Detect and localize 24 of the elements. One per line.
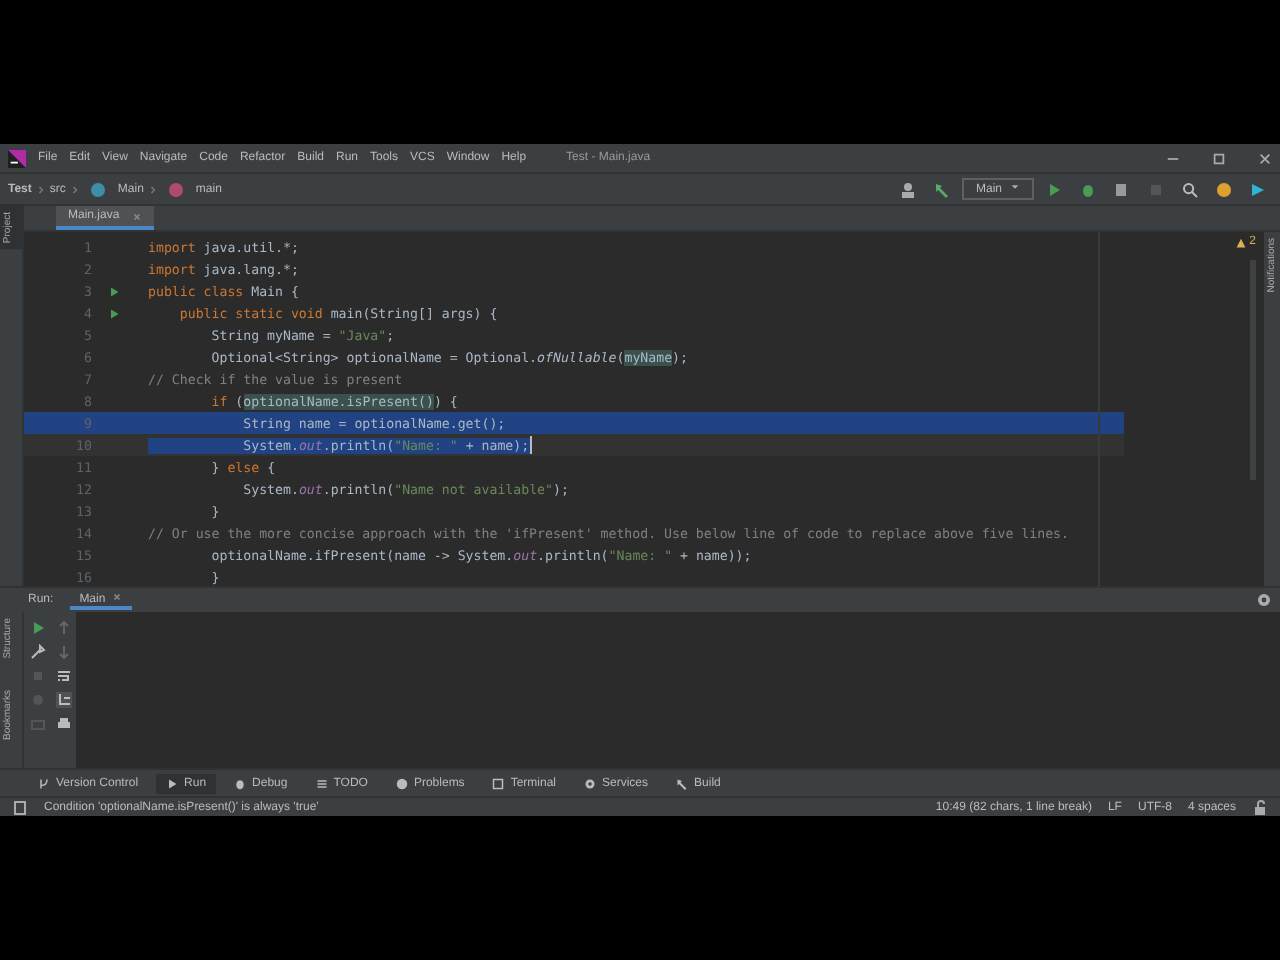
chevron-icon xyxy=(71,183,78,195)
print-icon[interactable] xyxy=(55,716,71,732)
run-icon[interactable] xyxy=(1046,181,1062,197)
lock-icon[interactable] xyxy=(1252,799,1268,815)
app-logo-icon xyxy=(8,149,26,167)
wrap-icon[interactable] xyxy=(55,668,71,684)
close-icon[interactable] xyxy=(131,211,142,221)
wrench-icon[interactable] xyxy=(29,644,45,660)
play-icon xyxy=(166,777,179,789)
close-icon[interactable] xyxy=(1258,151,1272,165)
terminal-icon xyxy=(492,777,505,789)
chevron-icon xyxy=(37,183,44,195)
scroll-end-icon[interactable] xyxy=(55,692,71,708)
settings-icon[interactable] xyxy=(1256,592,1272,608)
maximize-icon[interactable] xyxy=(1212,151,1226,165)
dropdown-arrow-icon xyxy=(1010,182,1020,192)
search-icon[interactable] xyxy=(1182,181,1198,197)
chevron-icon xyxy=(149,183,156,195)
rerun-icon[interactable] xyxy=(29,620,45,636)
list-icon xyxy=(315,777,328,789)
warning-icon xyxy=(1235,237,1246,247)
gear-icon xyxy=(584,777,596,789)
close-icon[interactable] xyxy=(111,591,122,601)
user-icon[interactable] xyxy=(899,181,916,197)
